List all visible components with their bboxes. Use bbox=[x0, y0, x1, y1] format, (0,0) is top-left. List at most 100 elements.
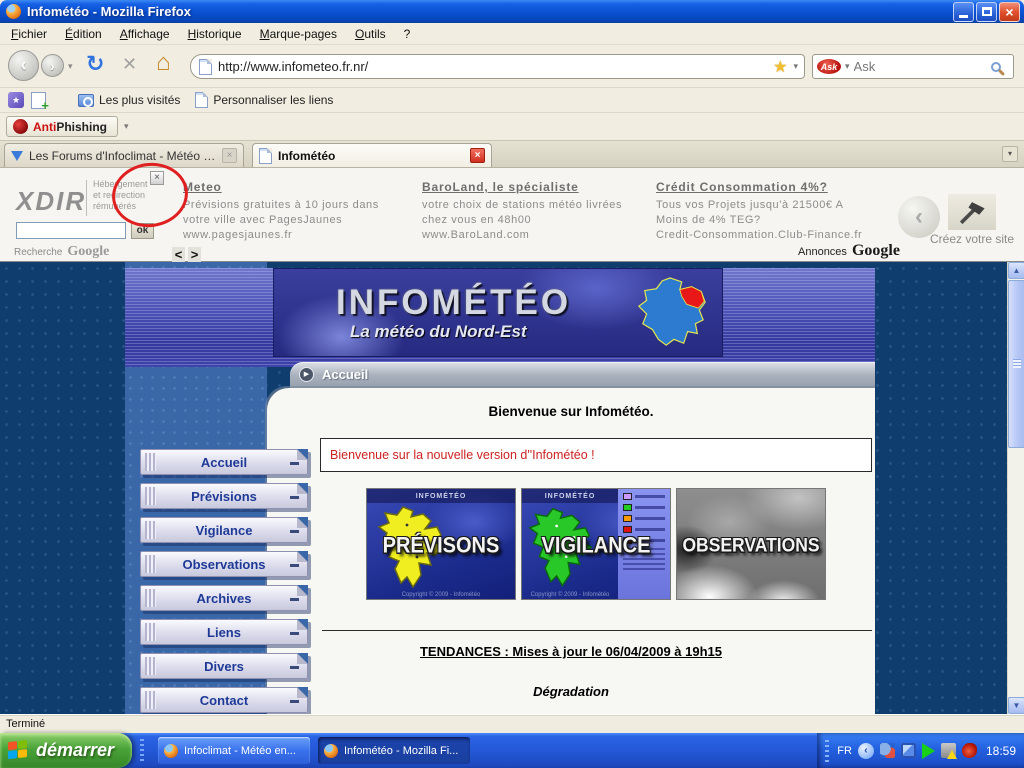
sidebar-navigation: Accueil Prévisions Vigilance Observation… bbox=[140, 449, 308, 713]
observations-thumbnail[interactable]: OBSERVATIONS bbox=[676, 488, 826, 600]
menu-aide[interactable]: ? bbox=[395, 24, 420, 44]
ask-logo-icon[interactable]: Ask bbox=[817, 59, 841, 74]
sidebar-item-vigilance[interactable]: Vigilance bbox=[140, 517, 308, 543]
search-bar[interactable]: Ask ▾ bbox=[812, 54, 1014, 79]
bookmark-star-icon[interactable]: ★ bbox=[773, 57, 787, 77]
history-dropdown[interactable]: ▾ bbox=[68, 61, 73, 72]
menu-edition[interactable]: Édition bbox=[56, 24, 111, 44]
tab-infoclimat[interactable]: Les Forums d'Infoclimat - Météo en tem..… bbox=[4, 143, 244, 167]
google-ad: BaroLand, le spécialiste votre choix de … bbox=[422, 180, 654, 243]
list-all-tabs-icon[interactable]: ▾ bbox=[1002, 146, 1018, 162]
vertical-scrollbar[interactable]: ▲ ▼ bbox=[1007, 262, 1024, 714]
toolbar-handle[interactable] bbox=[140, 739, 144, 763]
close-button[interactable]: × bbox=[999, 2, 1020, 22]
ad-text: votre choix de stations météo livrées bbox=[422, 198, 654, 213]
window-title: Infométéo - Mozilla Firefox bbox=[27, 4, 191, 19]
forward-icon: › bbox=[50, 58, 55, 74]
refresh-button[interactable]: ↻ bbox=[86, 51, 104, 77]
antiphishing-label-black: Phishing bbox=[56, 120, 107, 134]
stop-button[interactable]: ✕ bbox=[122, 54, 137, 75]
menu-bar: Fichier Édition Affichage Historique Mar… bbox=[0, 23, 1024, 45]
xdir-search-input[interactable] bbox=[16, 222, 126, 239]
tab-close-icon[interactable]: × bbox=[470, 148, 485, 163]
tray-icon-player[interactable] bbox=[922, 743, 935, 759]
xdir-logo[interactable]: XDIR bbox=[16, 186, 86, 217]
menu-historique[interactable]: Historique bbox=[179, 24, 251, 44]
minimize-button[interactable] bbox=[953, 2, 974, 22]
menu-affichage[interactable]: Affichage bbox=[111, 24, 179, 44]
site-builder-ad[interactable] bbox=[948, 194, 996, 230]
tab-close-icon[interactable]: × bbox=[222, 148, 237, 163]
search-engine-dropdown[interactable]: ▾ bbox=[845, 61, 850, 72]
scroll-down-icon[interactable]: ▼ bbox=[1008, 697, 1024, 714]
ad-title-link[interactable]: Crédit Consommation 4%? bbox=[656, 180, 888, 195]
ad-url[interactable]: www.BaroLand.com bbox=[422, 228, 654, 243]
url-input[interactable] bbox=[218, 59, 767, 74]
scroll-up-icon[interactable]: ▲ bbox=[1008, 262, 1024, 279]
create-site-label[interactable]: Créez votre site bbox=[930, 232, 1014, 246]
tab-title: Infométéo bbox=[278, 149, 464, 163]
sidebar-item-previsions[interactable]: Prévisions bbox=[140, 483, 308, 509]
section-header-bar: ▶ Accueil bbox=[290, 362, 875, 388]
ad-url[interactable]: Credit-Consommation.Club-Finance.fr bbox=[656, 228, 888, 243]
taskbar-window-infometeo[interactable]: Infométéo - Mozilla Fi... bbox=[318, 737, 470, 764]
bookmarks-toolbar: ★ Les plus visités Personnaliser les lie… bbox=[0, 88, 1024, 113]
tab-infometeo-active[interactable]: Infométéo × bbox=[252, 143, 492, 167]
sidebar-item-observations[interactable]: Observations bbox=[140, 551, 308, 577]
ad-text: Tous vos Projets jusqu'à 21500€ A bbox=[656, 198, 888, 213]
dash-icon bbox=[290, 700, 299, 703]
url-dropdown-icon[interactable]: ▾ bbox=[793, 61, 798, 72]
ad-url[interactable]: www.pagesjaunes.fr bbox=[183, 228, 415, 243]
ad-next-button[interactable]: > bbox=[188, 247, 201, 262]
bookmark-customize-links[interactable]: Personnaliser les liens bbox=[191, 90, 337, 110]
hide-icons-chevron[interactable]: ‹ bbox=[858, 743, 874, 759]
restore-button[interactable] bbox=[976, 2, 997, 22]
search-icon[interactable] bbox=[991, 62, 1001, 72]
navigation-toolbar: ‹ › ▾ ↻ ✕ ⌂ ★ ▾ Ask ▾ bbox=[0, 45, 1024, 88]
recherche-google-label: Recherche Google bbox=[14, 244, 109, 260]
forward-button[interactable]: › bbox=[41, 54, 64, 77]
home-button[interactable]: ⌂ bbox=[156, 49, 171, 77]
sidebar-item-accueil[interactable]: Accueil bbox=[140, 449, 308, 475]
sidebar-item-label: Observations bbox=[182, 557, 265, 572]
fold-corner bbox=[297, 687, 308, 698]
tray-icon-messenger[interactable] bbox=[880, 743, 895, 758]
ad-title-link[interactable]: BaroLand, le spécialiste bbox=[422, 180, 654, 195]
search-input[interactable] bbox=[854, 59, 987, 74]
add-bookmark-icon[interactable] bbox=[31, 92, 46, 109]
sidebar-item-liens[interactable]: Liens bbox=[140, 619, 308, 645]
sidebar-item-contact[interactable]: Contact bbox=[140, 687, 308, 713]
tray-icon-network[interactable] bbox=[901, 743, 916, 758]
url-bar[interactable]: ★ ▾ bbox=[190, 54, 805, 79]
tray-icon-warning[interactable] bbox=[941, 743, 956, 758]
menu-outils[interactable]: Outils bbox=[346, 24, 395, 44]
menu-marque-pages[interactable]: Marque-pages bbox=[251, 24, 346, 44]
dash-icon bbox=[290, 632, 299, 635]
taskbar-window-label: Infométéo - Mozilla Fi... bbox=[344, 745, 458, 757]
antiphishing-dropdown[interactable]: ▾ bbox=[124, 121, 129, 132]
back-button[interactable]: ‹ bbox=[8, 50, 39, 81]
language-indicator[interactable]: FR bbox=[837, 745, 852, 757]
sidebar-item-archives[interactable]: Archives bbox=[140, 585, 308, 611]
start-button[interactable]: démarrer bbox=[0, 733, 132, 768]
back-icon: ‹ bbox=[20, 55, 26, 77]
previsions-thumbnail[interactable]: INFOMÉTÉO PRÉVISONS Copyright © 2009 - I… bbox=[366, 488, 516, 600]
status-bar: Terminé bbox=[0, 714, 1024, 733]
tray-icon-antivirus[interactable] bbox=[962, 743, 977, 758]
ad-prev-button[interactable]: < bbox=[172, 247, 185, 262]
sidebar-item-divers[interactable]: Divers bbox=[140, 653, 308, 679]
tray-handle bbox=[825, 740, 829, 762]
bookmark-most-visited[interactable]: Les plus visités bbox=[74, 91, 184, 109]
antiphishing-icon bbox=[13, 119, 28, 134]
scrollbar-thumb[interactable] bbox=[1008, 280, 1024, 448]
welcome-heading: Bienvenue sur Infométéo. bbox=[267, 404, 875, 419]
ad-title-link[interactable]: Meteo bbox=[183, 180, 415, 195]
taskbar-window-infoclimat[interactable]: Infoclimat - Météo en... bbox=[158, 737, 310, 764]
menu-fichier[interactable]: Fichier bbox=[2, 24, 56, 44]
vigilance-thumbnail[interactable]: INFOMÉTÉO VIGILANCE bbox=[521, 488, 671, 600]
section-title: Accueil bbox=[322, 367, 368, 382]
antiphishing-button[interactable]: AntiPhishing bbox=[6, 116, 118, 137]
system-tray: FR ‹ 18:59 bbox=[817, 733, 1024, 768]
bookmarks-manager-icon[interactable]: ★ bbox=[8, 92, 24, 108]
welcome-message: Bienvenue sur la nouvelle version d''Inf… bbox=[330, 448, 595, 462]
